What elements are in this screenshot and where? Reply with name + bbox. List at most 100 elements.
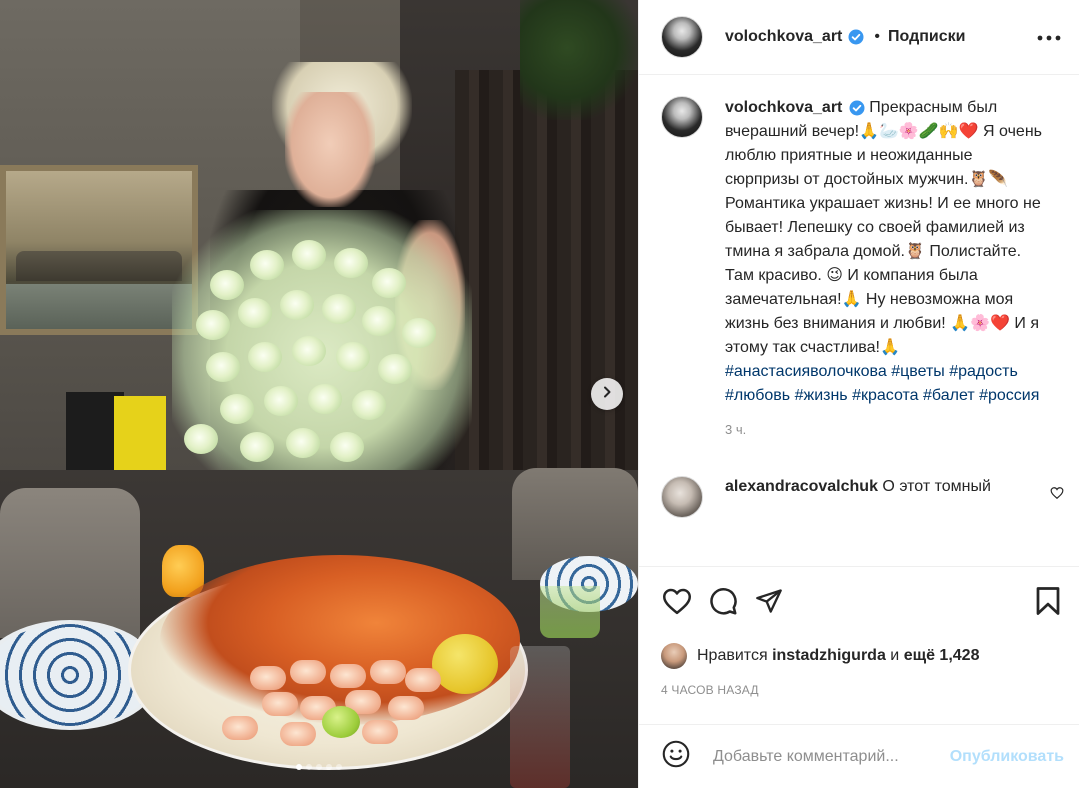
post-photo[interactable] bbox=[0, 0, 638, 788]
hashtag-link[interactable]: #красота bbox=[852, 387, 918, 404]
likes-prefix: Нравится bbox=[697, 647, 768, 664]
shrimp bbox=[388, 696, 424, 720]
woman-face bbox=[285, 92, 375, 207]
heart-icon bbox=[662, 587, 692, 620]
shrimp bbox=[370, 660, 406, 684]
following-button[interactable]: Подписки bbox=[888, 28, 965, 46]
rose bbox=[286, 428, 320, 458]
comment-bubble-icon bbox=[708, 586, 738, 621]
commenter-username[interactable]: alexandracovalchuk bbox=[725, 478, 878, 495]
post-caption: volochkova_art Прекрасным был вчерашний … bbox=[661, 96, 1064, 442]
shrimp bbox=[262, 692, 298, 716]
rose bbox=[322, 294, 356, 324]
carousel-dot bbox=[316, 764, 322, 770]
rose bbox=[308, 384, 342, 414]
plant bbox=[520, 0, 638, 120]
carousel-dot bbox=[306, 764, 312, 770]
carousel-indicator bbox=[0, 764, 638, 770]
paper-plane-icon bbox=[754, 587, 784, 620]
hashtag-link[interactable]: #радость bbox=[949, 363, 1018, 380]
more-options-icon bbox=[1037, 28, 1061, 46]
rose bbox=[264, 386, 298, 416]
commenter-avatar[interactable] bbox=[661, 476, 703, 518]
post-actions: Нравится instadzhigurda и ещё 1,428 4 ЧА… bbox=[639, 566, 1079, 697]
post-side-panel: volochkova_art • Подписки volochkova_art… bbox=[638, 0, 1079, 788]
shrimp bbox=[362, 720, 398, 744]
comment-body: alexandracovalchuk О этот томный bbox=[725, 476, 991, 498]
rose bbox=[362, 306, 396, 336]
shrimp bbox=[405, 668, 441, 692]
rose bbox=[378, 354, 412, 384]
comment-input[interactable] bbox=[713, 747, 928, 766]
liker-avatar[interactable] bbox=[661, 643, 687, 669]
post-header: volochkova_art • Подписки bbox=[639, 0, 1079, 75]
shrimp bbox=[330, 664, 366, 688]
bookmark-icon bbox=[1035, 586, 1061, 621]
gift-bag-yellow bbox=[114, 396, 166, 476]
like-button[interactable] bbox=[661, 587, 693, 619]
carousel-dot bbox=[296, 764, 302, 770]
chevron-right-icon bbox=[601, 385, 613, 403]
rose bbox=[352, 390, 386, 420]
rose bbox=[220, 394, 254, 424]
verified-badge-icon bbox=[849, 100, 865, 116]
comment-item: alexandracovalchuk О этот томный bbox=[661, 476, 1064, 518]
rose bbox=[292, 336, 326, 366]
action-bar bbox=[661, 586, 1064, 621]
painting bbox=[0, 165, 198, 335]
shrimp bbox=[280, 722, 316, 746]
caption-timestamp: 3 ч. bbox=[725, 422, 747, 437]
caption-username[interactable]: volochkova_art bbox=[725, 99, 842, 116]
hashtag-link[interactable]: #цветы bbox=[891, 363, 945, 380]
publish-button[interactable]: Опубликовать bbox=[950, 748, 1064, 766]
shrimp bbox=[222, 716, 258, 740]
shrimp bbox=[290, 660, 326, 684]
likes-and: и bbox=[890, 647, 900, 664]
rose bbox=[402, 318, 436, 348]
rose bbox=[372, 268, 406, 298]
rose bbox=[238, 298, 272, 328]
rose bbox=[336, 342, 370, 372]
author-avatar[interactable] bbox=[661, 96, 703, 138]
comment-button[interactable] bbox=[707, 587, 739, 619]
smiley-icon bbox=[662, 740, 690, 773]
caption-body: volochkova_art Прекрасным был вчерашний … bbox=[725, 96, 1045, 442]
separator-bullet: • bbox=[874, 28, 880, 45]
comments-section[interactable]: volochkova_art Прекрасным был вчерашний … bbox=[639, 76, 1079, 566]
next-slide-button[interactable] bbox=[591, 378, 623, 410]
verified-badge-icon bbox=[848, 29, 864, 45]
author-username[interactable]: volochkova_art bbox=[725, 28, 842, 46]
rose bbox=[184, 424, 218, 454]
more-options-button[interactable] bbox=[1035, 23, 1063, 51]
hashtag-list: #анастасияволочкова #цветы #радость #люб… bbox=[725, 363, 1039, 404]
post-date[interactable]: 4 ЧАСОВ НАЗАД bbox=[661, 683, 1064, 697]
rose bbox=[196, 310, 230, 340]
rose bbox=[240, 432, 274, 462]
painting-water bbox=[6, 284, 192, 329]
shrimp bbox=[250, 666, 286, 690]
carousel-dot bbox=[336, 764, 342, 770]
liker-username[interactable]: instadzhigurda bbox=[772, 647, 886, 665]
comment-like-icon[interactable] bbox=[1050, 486, 1064, 505]
rose bbox=[250, 250, 284, 280]
share-button[interactable] bbox=[753, 587, 785, 619]
lime bbox=[322, 706, 360, 738]
rose bbox=[334, 248, 368, 278]
author-avatar[interactable] bbox=[661, 16, 703, 58]
hashtag-link[interactable]: #балет bbox=[923, 387, 975, 404]
comment-text: О этот томный bbox=[882, 478, 991, 495]
hashtag-link[interactable]: #россия bbox=[979, 387, 1039, 404]
likes-count[interactable]: ещё 1,428 bbox=[904, 647, 980, 665]
hashtag-link[interactable]: #любовь bbox=[725, 387, 790, 404]
likes-summary[interactable]: Нравится instadzhigurda и ещё 1,428 bbox=[661, 643, 1064, 669]
curtain bbox=[455, 70, 638, 490]
hashtag-link[interactable]: #жизнь bbox=[795, 387, 848, 404]
emoji-button[interactable] bbox=[661, 740, 691, 773]
caption-text: Прекрасным был вчерашний вечер!🙏🦢🌸🥒🙌❤️ Я… bbox=[725, 99, 1042, 356]
save-button[interactable] bbox=[1032, 586, 1064, 621]
hashtag-link[interactable]: #анастасияволочкова bbox=[725, 363, 887, 380]
lemon bbox=[432, 634, 498, 694]
rose bbox=[210, 270, 244, 300]
painting-city bbox=[16, 251, 182, 281]
rose bbox=[206, 352, 240, 382]
